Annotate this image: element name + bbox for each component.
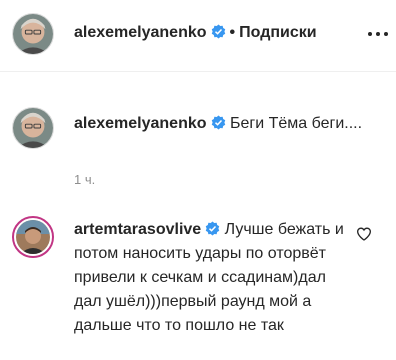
author-avatar[interactable]: [12, 13, 54, 55]
caption-author-username[interactable]: alexemelyanenko: [74, 115, 207, 132]
caption-text-block: alexemelyanenko Беги Тёма беги....: [74, 112, 374, 136]
heart-outline-icon[interactable]: [356, 226, 372, 242]
commenter-avatar[interactable]: [12, 216, 54, 258]
caption-text: Беги Тёма беги....: [229, 115, 363, 132]
post-timestamp[interactable]: 1 ч.: [74, 172, 95, 187]
header-author: alexemelyanenko • Подписки: [74, 24, 317, 42]
post-header: alexemelyanenko • Подписки: [0, 0, 396, 72]
caption-author-avatar[interactable]: [12, 107, 54, 149]
commenter-username[interactable]: artemtarasovlive: [74, 221, 201, 238]
more-options-icon[interactable]: [368, 22, 388, 46]
separator-dot: •: [229, 24, 236, 41]
verified-badge-icon: [211, 114, 226, 130]
author-username[interactable]: alexemelyanenko: [74, 24, 207, 41]
verified-badge-icon: [211, 24, 226, 39]
following-button[interactable]: Подписки: [239, 24, 316, 41]
verified-badge-icon: [205, 220, 220, 236]
comment-text-block: artemtarasovlive Лучше бежать и потом на…: [74, 218, 354, 338]
